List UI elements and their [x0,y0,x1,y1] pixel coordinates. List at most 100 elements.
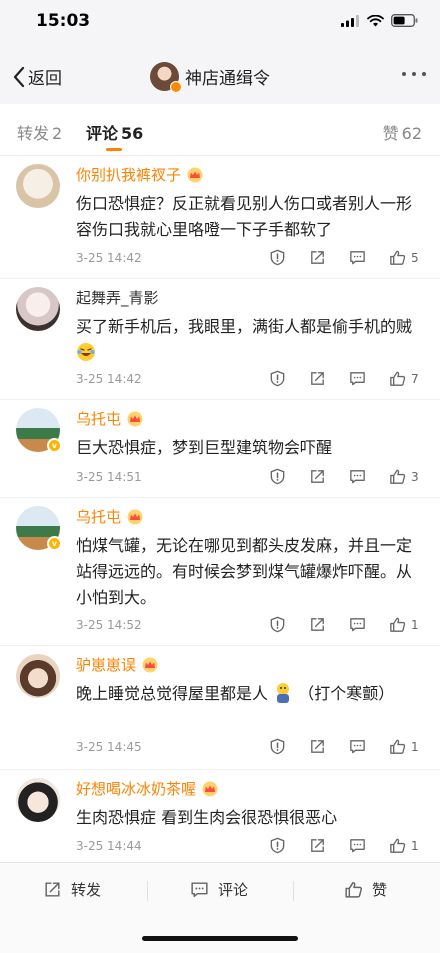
tab-label: 转发 [17,124,50,143]
report-icon[interactable] [268,615,308,634]
tab-comments[interactable]: 评论 56 [86,120,143,144]
comment-author[interactable]: 乌托屯 [76,506,144,527]
avatar[interactable] [16,778,60,822]
tab-reposts[interactable]: 转发 2 [17,120,62,144]
report-icon[interactable] [268,467,308,486]
like-button[interactable]: 1 [388,615,424,634]
comment-text: 怕煤气罐，无论在哪见到都头皮发麻，并且一定站得远远的。有时候会梦到煤气罐爆炸吓醒… [76,536,413,607]
like-button[interactable]: 5 [388,248,424,267]
status-bar: 15:03 [0,0,440,50]
tab-likes[interactable]: 赞 62 [383,120,422,144]
comment-time: 3-25 14:42 [76,372,142,386]
share-icon[interactable] [308,615,348,634]
list-item: 你别扒我裤衩子 伤口恐惧症？反正就看见别人伤口或者别人一形容伤口我就心里咯噔一下… [0,156,440,279]
comment-time: 3-25 14:44 [76,839,142,853]
author-name: 驴崽崽误 [76,656,137,674]
comment-list[interactable]: 你别扒我裤衩子 伤口恐惧症？反正就看见别人伤口或者别人一形容伤口我就心里咯噔一下… [0,156,440,861]
vip-crown-icon [141,657,159,673]
vip-crown-icon [201,781,219,797]
like-count: 1 [411,838,419,853]
verified-badge-icon: v [47,438,62,453]
comment-author[interactable]: 乌托屯 [76,408,144,429]
comment-text: 晚上睡觉总觉得屋里都是人 （打个寒颤） [76,681,424,707]
comment-icon[interactable] [348,467,388,486]
nav-bar: 返回 神店通缉令 [0,50,440,104]
divider [147,881,148,901]
verified-badge-icon: v [47,536,62,551]
comment-button[interactable]: 评论 [189,879,248,900]
report-icon[interactable] [268,836,308,855]
like-icon [388,248,407,267]
vip-crown-icon [126,509,144,525]
share-icon[interactable] [308,248,348,267]
like-icon [388,369,407,388]
battery-icon [391,14,418,27]
comment-author[interactable]: 驴崽崽误 [76,654,159,675]
comment-body-suffix: （打个寒颤） [298,684,395,703]
report-icon[interactable] [268,248,308,267]
comment-body: 买了新手机后，我眼里，满街人都是偷手机的贼 [76,317,413,336]
comment-icon[interactable] [348,615,388,634]
avatar[interactable] [16,164,60,208]
comment-icon[interactable] [348,248,388,267]
comment-author[interactable]: 起舞弄_青影 [76,287,159,308]
report-icon[interactable] [268,737,308,756]
chevron-left-icon [13,66,25,87]
comment-icon[interactable] [348,369,388,388]
avatar[interactable]: v [16,408,62,453]
comment-text: 伤口恐惧症？反正就看见别人伤口或者别人一形容伤口我就心里咯噔一下子手都软了 [76,194,413,239]
home-indicator [142,936,298,941]
like-count: 5 [411,250,419,265]
comment-time: 3-25 14:42 [76,251,142,265]
author-name: 起舞弄_青影 [76,289,159,307]
like-button[interactable]: 1 [388,836,424,855]
tab-label: 赞 [382,124,399,143]
comment-text: 生肉恐惧症 看到生肉会很恐惧很恶心 [76,808,338,827]
back-label: 返回 [28,69,62,89]
like-count: 1 [411,617,419,632]
share-icon[interactable] [308,369,348,388]
comment-actions: 5 [268,248,424,267]
avatar [150,62,182,93]
comment-label: 评论 [218,881,249,899]
share-icon[interactable] [308,467,348,486]
comment-icon [189,879,210,900]
comment-actions: 1 [268,737,424,756]
share-icon[interactable] [308,836,348,855]
comment-icon[interactable] [348,836,388,855]
like-button[interactable]: 7 [388,369,424,388]
back-button[interactable]: 返回 [12,64,62,89]
tab-count: 56 [121,124,144,143]
list-item: 驴崽崽误 晚上睡觉总觉得屋里都是人 （打个寒颤） 3-25 14:45 1 [0,646,440,770]
report-icon[interactable] [268,369,308,388]
vip-crown-icon [126,411,144,427]
comment-time: 3-25 14:51 [76,470,142,484]
repost-button[interactable]: 转发 [42,879,101,900]
comment-author[interactable]: 你别扒我裤衩子 [76,164,204,185]
comment-body: 晚上睡觉总觉得屋里都是人 [76,684,269,703]
list-item: v 乌托屯 巨大恐惧症，梦到巨型建筑物会吓醒 3-25 14:51 3 [0,400,440,498]
like-button[interactable]: 赞 [343,879,387,900]
like-button[interactable]: 3 [388,467,424,486]
like-button[interactable]: 1 [388,737,424,756]
status-icons [341,14,418,27]
avatar[interactable] [16,654,60,698]
repost-label: 转发 [71,881,102,899]
comment-icon[interactable] [348,737,388,756]
share-icon[interactable] [308,737,348,756]
more-options-icon[interactable] [402,72,426,76]
like-icon [388,737,407,756]
signal-icon [341,14,359,27]
like-icon [343,879,364,900]
avatar[interactable]: v [16,506,62,551]
comment-actions: 1 [268,836,424,855]
like-icon [388,467,407,486]
comment-time: 3-25 14:52 [76,618,142,632]
comment-author[interactable]: 好想喝冰冰奶茶喔 [76,778,219,799]
author-name: 好想喝冰冰奶茶喔 [76,780,197,798]
divider [293,881,294,901]
like-count: 3 [411,469,419,484]
avatar[interactable] [16,287,60,331]
nav-title-group[interactable]: 神店通缉令 [150,62,270,93]
comment-actions: 3 [268,467,424,486]
